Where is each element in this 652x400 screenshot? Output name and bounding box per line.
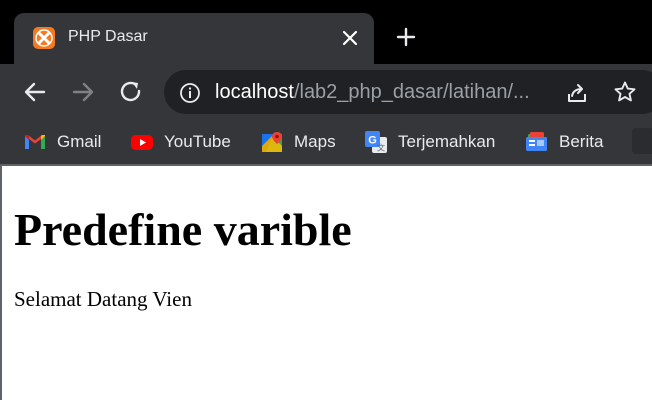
url-text[interactable]: localhost/lab2_php_dasar/latihan/... xyxy=(215,81,530,104)
bookmark-label: YouTube xyxy=(164,132,231,151)
bookmark-label: Gmail xyxy=(57,132,102,151)
url-path: /lab2_php_dasar/latihan/... xyxy=(293,81,530,103)
tab-strip: PHP Dasar xyxy=(0,0,652,64)
svg-text:文: 文 xyxy=(377,143,385,153)
toolbar-divider xyxy=(0,164,652,166)
forward-arrow-icon[interactable] xyxy=(69,78,97,106)
news-icon xyxy=(525,130,549,154)
back-arrow-icon[interactable] xyxy=(21,78,49,106)
bookmark-terjemahkan[interactable]: G 文 Terjemahkan xyxy=(364,120,495,164)
browser-toolbar: localhost/lab2_php_dasar/latihan/... xyxy=(0,64,652,120)
site-info-icon[interactable] xyxy=(179,82,201,104)
gmail-icon xyxy=(23,130,47,154)
svg-text:G: G xyxy=(368,135,377,147)
translate-icon: G 文 xyxy=(364,130,388,154)
bookmark-maps[interactable]: Maps xyxy=(260,120,336,164)
bookmark-label: Maps xyxy=(294,132,336,151)
address-bar[interactable]: localhost/lab2_php_dasar/latihan/... xyxy=(164,70,652,114)
browser-tab[interactable]: PHP Dasar xyxy=(14,13,374,64)
maps-icon xyxy=(260,130,284,154)
bookmark-star-icon[interactable] xyxy=(613,80,637,104)
bookmark-youtube[interactable]: YouTube xyxy=(130,120,231,164)
welcome-text: Selamat Datang Vien xyxy=(14,287,192,311)
share-icon[interactable] xyxy=(565,81,589,105)
tab-title: PHP Dasar xyxy=(68,28,148,45)
youtube-icon xyxy=(130,130,154,154)
bookmark-berita[interactable]: Berita xyxy=(525,120,603,164)
new-tab-icon[interactable] xyxy=(395,26,417,48)
bookmark-gmail[interactable]: Gmail xyxy=(23,120,101,164)
page-heading: Predefine varible xyxy=(14,204,352,255)
window-edge xyxy=(0,166,2,400)
reload-icon[interactable] xyxy=(117,78,145,106)
bookmarks-bar: Gmail YouTube Maps G 文 Terjemahkan Berit… xyxy=(0,120,652,164)
url-host: localhost xyxy=(215,81,294,103)
xampp-favicon-icon xyxy=(33,27,55,49)
close-tab-icon[interactable] xyxy=(340,28,360,48)
bookmark-label: Terjemahkan xyxy=(398,132,496,151)
overflow-bookmark-icon[interactable] xyxy=(632,128,652,154)
bookmark-label: Berita xyxy=(559,132,604,151)
